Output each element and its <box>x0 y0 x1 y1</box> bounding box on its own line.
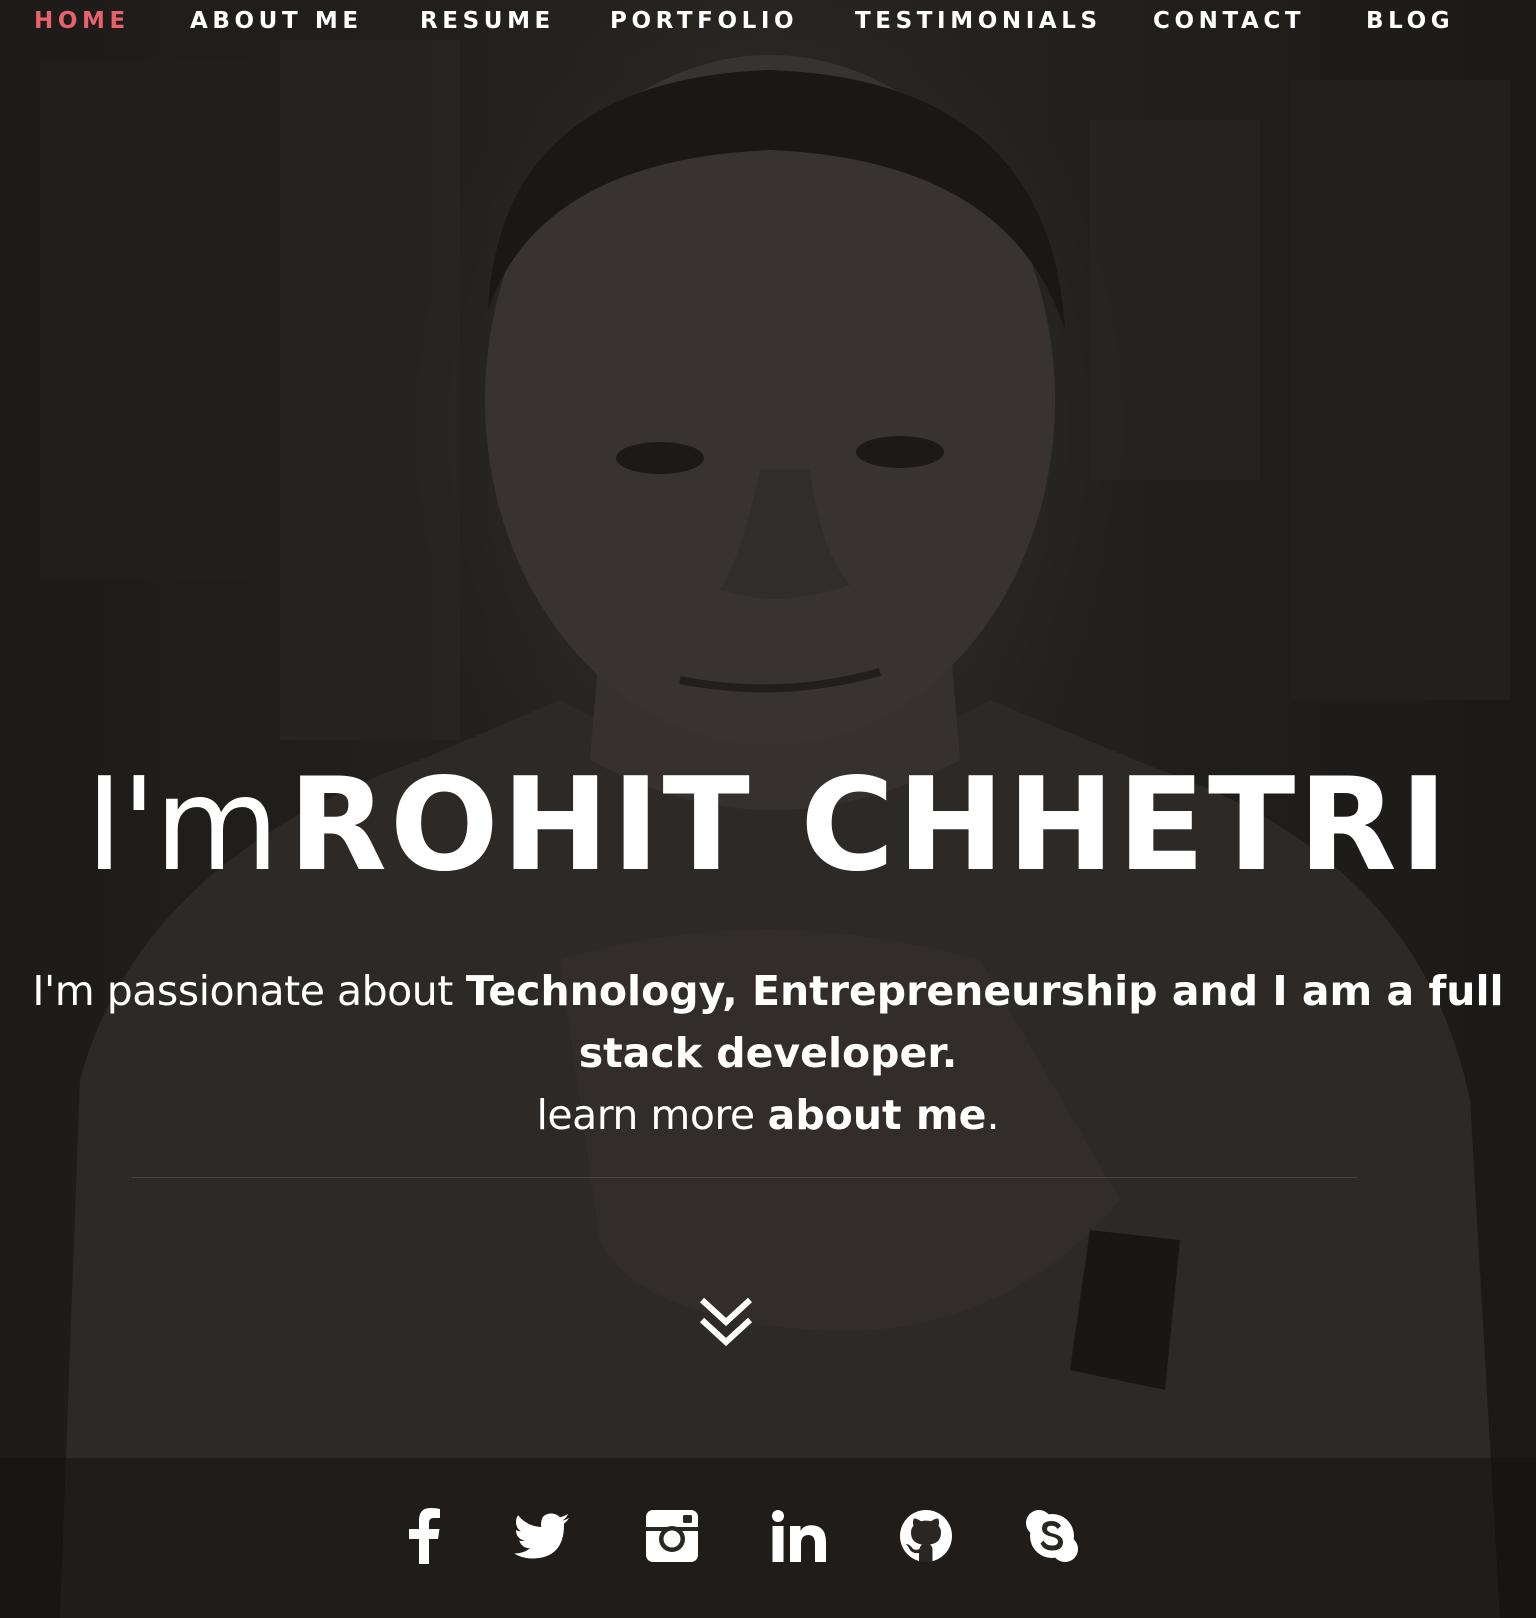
scroll-down-button[interactable] <box>694 1294 758 1350</box>
social-bar <box>0 1458 1536 1618</box>
github-icon <box>900 1510 952 1562</box>
learn-more-prefix: learn more <box>536 1091 756 1139</box>
nav-resume[interactable]: RESUME <box>420 8 555 34</box>
skype-link[interactable] <box>1024 1508 1080 1564</box>
twitter-icon <box>514 1513 569 1559</box>
nav-about-me[interactable]: ABOUT ME <box>190 8 363 34</box>
hero-name: ROHIT CHHETRI <box>288 751 1451 900</box>
intro-highlight: Technology, Entrepreneurship and I am a … <box>465 967 1504 1077</box>
hero-greeting: I'm <box>85 751 280 900</box>
github-link[interactable] <box>898 1508 954 1564</box>
main-nav: HOME ABOUT ME RESUME PORTFOLIO TESTIMONI… <box>0 0 1536 48</box>
nav-home[interactable]: HOME <box>34 8 130 34</box>
skype-icon <box>1026 1510 1078 1562</box>
hero-intro: I'm passionate about Technology, Entrepr… <box>30 960 1506 1146</box>
twitter-link[interactable] <box>514 1508 570 1564</box>
instagram-icon <box>646 1510 698 1562</box>
hero-divider <box>132 1177 1358 1178</box>
linkedin-link[interactable] <box>771 1508 827 1564</box>
linkedin-icon <box>772 1510 826 1562</box>
intro-prefix: I'm passionate about <box>32 967 453 1015</box>
nav-testimonials[interactable]: TESTIMONIALS <box>855 8 1102 34</box>
facebook-icon <box>409 1508 440 1564</box>
learn-more-suffix: . <box>986 1091 1000 1139</box>
instagram-link[interactable] <box>644 1508 700 1564</box>
about-me-link[interactable]: about me <box>768 1091 987 1139</box>
nav-contact[interactable]: CONTACT <box>1153 8 1305 34</box>
double-chevron-down-icon <box>699 1297 753 1347</box>
facebook-link[interactable] <box>395 1508 451 1564</box>
nav-blog[interactable]: BLOG <box>1366 8 1454 34</box>
hero-section: HOME ABOUT ME RESUME PORTFOLIO TESTIMONI… <box>0 0 1536 1618</box>
nav-portfolio[interactable]: PORTFOLIO <box>610 8 798 34</box>
hero-headline: I'm ROHIT CHHETRI <box>0 762 1536 890</box>
